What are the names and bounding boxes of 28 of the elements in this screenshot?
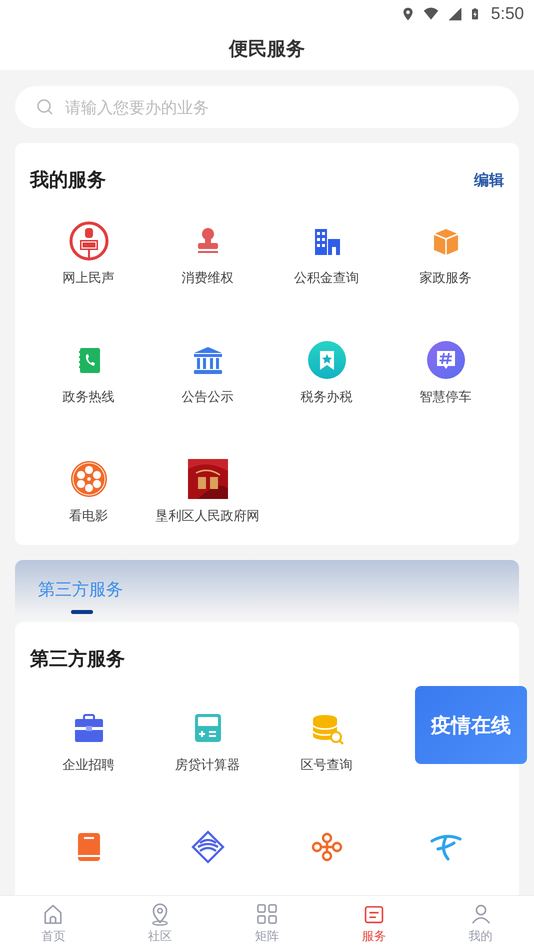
film-reel-icon: [68, 459, 108, 499]
service-label[interactable]: 垦利区人民政府网: [156, 507, 260, 525]
status-time: 5:50: [490, 4, 524, 24]
service-label[interactable]: 智慧停车: [420, 388, 472, 406]
page-title: 便民服务: [229, 37, 305, 62]
service-label[interactable]: 区号查询: [300, 756, 352, 774]
signal-icon: [446, 6, 463, 22]
service-label[interactable]: 家政服务: [420, 269, 472, 287]
service-label[interactable]: 公告公示: [182, 388, 234, 406]
service-label[interactable]: 税务办税: [300, 388, 352, 406]
search-field[interactable]: 请输入您要办的业务: [15, 86, 519, 128]
banner[interactable]: 疫情在线: [415, 686, 527, 764]
microphone-icon: [68, 221, 108, 261]
service-label[interactable]: 看电影: [69, 507, 108, 525]
bookmark-icon: [306, 340, 346, 380]
banner-title: 疫情在线: [431, 712, 511, 738]
service-label[interactable]: 房贷计算器: [175, 756, 240, 774]
service-label[interactable]: 企业招聘: [62, 756, 114, 774]
nav-tab[interactable]: 服务: [320, 896, 428, 950]
service-label[interactable]: 公积金查询: [294, 269, 359, 287]
edit-link[interactable]: 编辑: [474, 170, 504, 190]
section-title: 第三方服务: [30, 647, 125, 672]
section-title: 我的服务: [30, 168, 106, 193]
service-label[interactable]: 网上民声: [62, 269, 114, 287]
service-label[interactable]: 政务热线: [62, 388, 114, 406]
service-label[interactable]: 消费维权: [182, 269, 234, 287]
location-icon: [400, 6, 415, 22]
hashtag-message-icon: [426, 340, 466, 380]
